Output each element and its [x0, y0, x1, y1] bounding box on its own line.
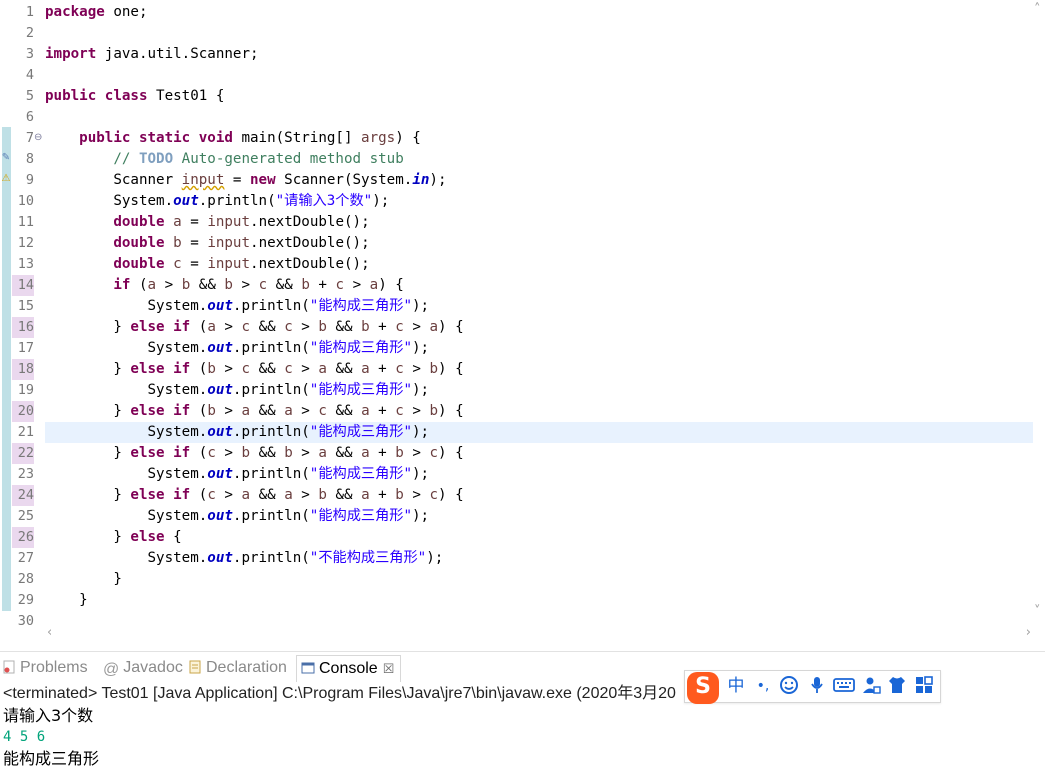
code-line[interactable]: public static void main(String[] args) {	[45, 128, 1033, 149]
code-line[interactable]: System.out.println("能构成三角形");	[45, 380, 1033, 401]
code-line[interactable]: double b = input.nextDouble();	[45, 233, 1033, 254]
vertical-scrollbar[interactable]: ˄ ˅	[1033, 0, 1045, 625]
code-line[interactable]: } else {	[45, 527, 1033, 548]
mic-icon[interactable]	[806, 675, 828, 697]
line-number: 29	[17, 592, 34, 608]
grid-icon[interactable]	[913, 675, 935, 697]
line-number: 21	[17, 424, 34, 440]
code-line[interactable]	[45, 611, 1033, 625]
code-line[interactable]: public class Test01 {	[45, 86, 1033, 107]
change-ruler-mark	[2, 127, 11, 611]
scroll-up-icon[interactable]: ˄	[1034, 2, 1041, 17]
tab-declaration[interactable]: Declaration	[188, 655, 287, 681]
line-number: 18	[12, 359, 34, 380]
code-line[interactable]: import java.util.Scanner;	[45, 44, 1033, 65]
line-number: 23	[17, 466, 34, 482]
smiley-icon[interactable]	[778, 675, 800, 697]
tab-console[interactable]: Console ☒	[296, 655, 402, 682]
code-line[interactable]: } else if (c > a && a > b && a + b > c) …	[45, 485, 1033, 506]
task-marker-icon[interactable]: ✎	[0, 152, 12, 164]
line-number: 24	[12, 485, 34, 506]
line-number: 2	[25, 25, 34, 41]
code-line[interactable]	[45, 65, 1033, 86]
line-number: 5	[25, 88, 34, 104]
code-line[interactable]: System.out.println("能构成三角形");	[45, 296, 1033, 317]
console-output-line: 能构成三角形	[3, 749, 100, 768]
ime-punctuation-toggle[interactable]: •,	[753, 675, 773, 697]
user-icon[interactable]	[860, 675, 882, 697]
code-line[interactable]	[45, 107, 1033, 128]
line-number: 26	[12, 527, 34, 548]
line-number: 25	[17, 508, 34, 524]
code-line[interactable]	[45, 23, 1033, 44]
line-number: 9	[25, 172, 34, 188]
scroll-down-icon[interactable]: ˅	[1034, 604, 1041, 619]
problems-icon	[2, 657, 16, 674]
code-line[interactable]: System.out.println("能构成三角形");	[45, 422, 1033, 443]
line-number: 6	[25, 109, 34, 125]
line-number: 1	[25, 4, 34, 20]
code-line[interactable]: System.out.println("能构成三角形");	[45, 506, 1033, 527]
code-line[interactable]: } else if (a > c && c > b && b + c > a) …	[45, 317, 1033, 338]
console-status-header: <terminated> Test01 [Java Application] C…	[3, 685, 676, 702]
line-number: 13	[17, 256, 34, 272]
line-number: 17	[17, 340, 34, 356]
line-number: 15	[17, 298, 34, 314]
ime-toolbar[interactable]: S 中 •,	[684, 670, 941, 704]
skin-icon[interactable]	[886, 675, 908, 697]
code-line[interactable]: System.out.println("请输入3个数");	[45, 191, 1033, 212]
scroll-left-icon[interactable]: ‹	[47, 625, 52, 640]
code-line[interactable]: System.out.println("能构成三角形");	[45, 338, 1033, 359]
horizontal-scrollbar[interactable]: ‹ ›	[45, 625, 1033, 645]
fold-toggle-icon[interactable]: ⊖	[34, 132, 42, 143]
code-line[interactable]: }	[45, 590, 1033, 611]
at-sign-icon: @	[103, 661, 120, 678]
line-number: 16	[12, 317, 34, 338]
code-editor[interactable]: ✎ ⚠ 1 2 3 4 5 6 7 ⊖ 8 9 10 11 12 13 14 15 16 17 18 19 20 21 22…	[0, 0, 1045, 625]
code-line[interactable]: package one;	[45, 2, 1033, 23]
line-number: 22	[12, 443, 34, 464]
tab-problems[interactable]: Problems	[2, 655, 88, 681]
code-line[interactable]: System.out.println("不能构成三角形");	[45, 548, 1033, 569]
line-number: 4	[25, 67, 34, 83]
declaration-icon	[188, 657, 202, 674]
code-line[interactable]: System.out.println("能构成三角形");	[45, 464, 1033, 485]
line-number: 28	[17, 571, 34, 587]
code-line[interactable]: // TODO Auto-generated method stub	[45, 149, 1033, 170]
line-number: 11	[17, 214, 34, 230]
code-line[interactable]: }	[45, 569, 1033, 590]
line-number: 8	[25, 151, 34, 167]
line-number: 12	[17, 235, 34, 251]
keyboard-icon[interactable]	[832, 675, 856, 697]
code-line[interactable]: } else if (b > c && c > a && a + c > b) …	[45, 359, 1033, 380]
code-line[interactable]: double c = input.nextDouble();	[45, 254, 1033, 275]
console-icon	[301, 658, 315, 674]
console-input-line: 4 5 6	[3, 729, 46, 745]
line-number: 20	[12, 401, 34, 422]
code-line[interactable]: double a = input.nextDouble();	[45, 212, 1033, 233]
line-number: 27	[17, 550, 34, 566]
code-line[interactable]: if (a > b && b > c && b + c > a) {	[45, 275, 1033, 296]
code-line[interactable]: } else if (c > b && b > a && a + b > c) …	[45, 443, 1033, 464]
warning-marker-icon[interactable]: ⚠	[0, 173, 12, 185]
code-line[interactable]: Scanner input = new Scanner(System.in);	[45, 170, 1033, 191]
line-number: 30	[17, 613, 34, 625]
line-number: 10	[17, 193, 34, 209]
ime-language-toggle[interactable]: 中	[725, 675, 747, 697]
line-number: 19	[17, 382, 34, 398]
sogou-logo-icon[interactable]: S	[687, 672, 719, 704]
line-number: 3	[25, 46, 34, 62]
line-number: 7	[25, 130, 34, 146]
tab-javadoc[interactable]: @ Javadoc	[103, 655, 183, 681]
line-number: 14	[12, 275, 34, 296]
close-icon[interactable]: ☒	[383, 661, 395, 676]
console-output-line: 请输入3个数	[3, 706, 94, 725]
code-line[interactable]: } else if (b > a && a > c && a + c > b) …	[45, 401, 1033, 422]
scroll-right-icon[interactable]: ›	[1026, 625, 1031, 640]
